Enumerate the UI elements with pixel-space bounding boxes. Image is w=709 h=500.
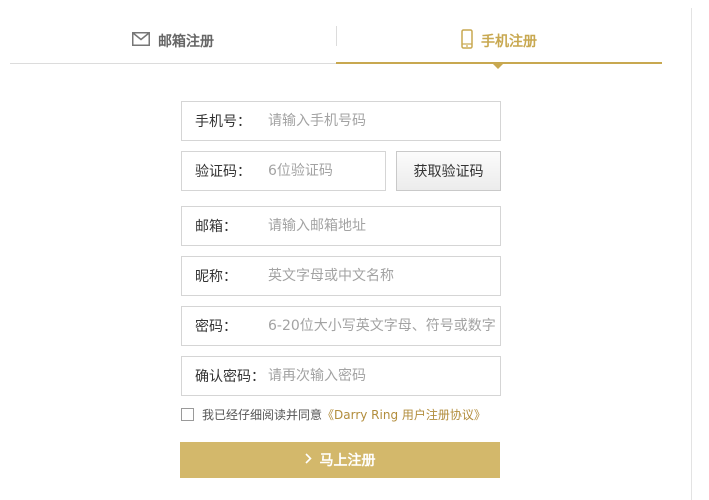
code-input[interactable] — [268, 153, 385, 189]
envelope-icon — [132, 32, 150, 50]
phone-label: 手机号： — [195, 114, 251, 130]
agreement-checkbox[interactable] — [181, 408, 194, 421]
password-field: 密码： — [181, 306, 501, 346]
code-label: 验证码： — [195, 164, 251, 180]
mobile-phone-icon — [461, 29, 473, 53]
register-tabs: 邮箱注册 手机注册 — [10, 18, 662, 69]
nickname-field: 昵称： — [181, 256, 501, 296]
agreement-link[interactable]: 《Darry Ring 用户注册协议》 — [322, 408, 486, 422]
tab-phone-label: 手机注册 — [481, 34, 537, 50]
password-input[interactable] — [268, 308, 500, 344]
code-field: 验证码： — [181, 151, 386, 191]
chevron-right-icon — [304, 452, 312, 468]
get-code-button[interactable]: 获取验证码 — [396, 151, 501, 191]
email-label: 邮箱： — [195, 219, 237, 235]
phone-input[interactable] — [268, 103, 500, 139]
agreement-text: 我已经仔细阅读并同意 — [202, 408, 323, 422]
tab-email-label: 邮箱注册 — [158, 34, 214, 50]
confirm-password-field: 确认密码： — [181, 356, 501, 396]
tab-phone-register[interactable]: 手机注册 — [336, 18, 662, 64]
register-submit-button[interactable]: 马上注册 — [180, 442, 500, 478]
tab-email-register[interactable]: 邮箱注册 — [10, 18, 336, 64]
confirm-password-label: 确认密码： — [195, 369, 265, 385]
password-label: 密码： — [195, 319, 237, 335]
phone-field: 手机号： — [181, 101, 501, 141]
right-divider — [691, 8, 692, 500]
confirm-password-input[interactable] — [268, 358, 500, 394]
agreement-row: 我已经仔细阅读并同意《Darry Ring 用户注册协议》 — [181, 406, 486, 423]
email-input[interactable] — [268, 208, 500, 244]
nickname-input[interactable] — [268, 258, 500, 294]
nickname-label: 昵称： — [195, 269, 237, 285]
email-field: 邮箱： — [181, 206, 501, 246]
submit-label: 马上注册 — [319, 453, 376, 469]
active-tab-caret — [493, 64, 503, 69]
